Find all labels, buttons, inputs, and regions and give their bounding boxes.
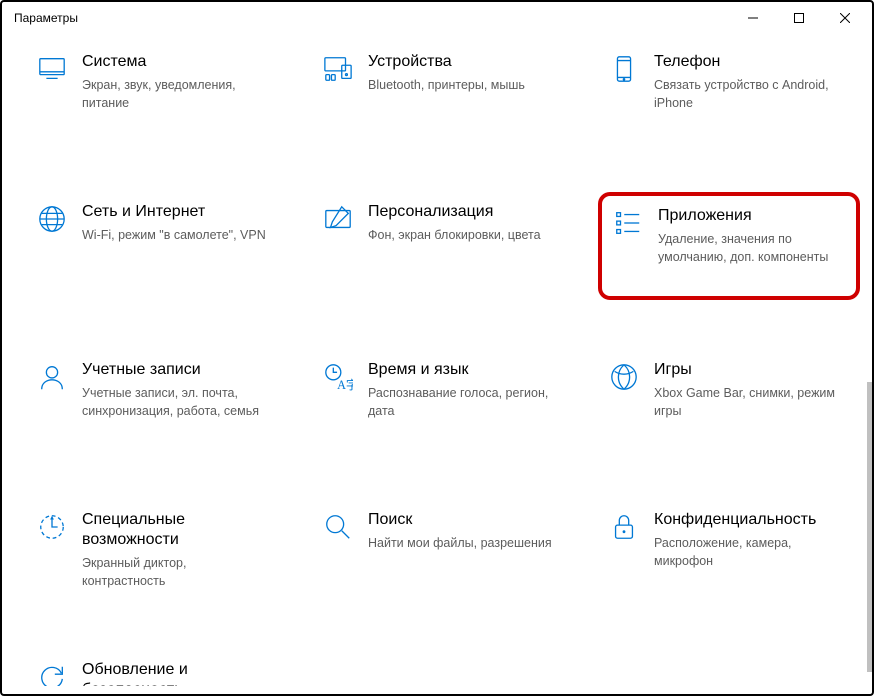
tile-gaming[interactable]: Игры Xbox Game Bar, снимки, режим игры <box>598 350 860 450</box>
categories-grid: Система Экран, звук, уведомления, питани… <box>26 42 860 686</box>
privacy-icon <box>602 510 646 542</box>
tile-desc: Фон, экран блокировки, цвета <box>368 226 558 244</box>
svg-text:A字: A字 <box>337 377 353 392</box>
tile-title: Игры <box>654 360 848 380</box>
apps-icon <box>606 206 650 238</box>
tile-desc: Распознавание голоса, регион, дата <box>368 384 558 420</box>
settings-window: Параметры Система <box>0 0 874 696</box>
tile-title: Телефон <box>654 52 848 72</box>
tile-desc: Bluetooth, принтеры, мышь <box>368 76 558 94</box>
tile-title: Время и язык <box>368 360 562 380</box>
personalization-icon <box>316 202 360 234</box>
tile-phone[interactable]: Телефон Связать устройство с Android, iP… <box>598 42 860 142</box>
close-button[interactable] <box>822 2 868 34</box>
tile-desc: Wi-Fi, режим "в самолете", VPN <box>82 226 272 244</box>
tile-personalization[interactable]: Персонализация Фон, экран блокировки, цв… <box>312 192 574 300</box>
tile-desc: Найти мои файлы, разрешения <box>368 534 558 552</box>
search-icon <box>316 510 360 542</box>
tile-privacy[interactable]: Конфиденциальность Расположение, камера,… <box>598 500 860 600</box>
tile-devices[interactable]: Устройства Bluetooth, принтеры, мышь <box>312 42 574 142</box>
tile-title: Конфиденциальность <box>654 510 848 530</box>
tile-title: Сеть и Интернет <box>82 202 276 222</box>
tile-apps[interactable]: Приложения Удаление, значения по умолчан… <box>598 192 860 300</box>
tile-ease-of-access[interactable]: Специальные возможности Экранный диктор,… <box>26 500 288 600</box>
tile-title: Система <box>82 52 276 72</box>
time-language-icon: A字 <box>316 360 360 392</box>
content-area: Система Экран, звук, уведомления, питани… <box>26 42 860 686</box>
tile-time-language[interactable]: A字 Время и язык Распознавание голоса, ре… <box>312 350 574 450</box>
tile-title: Учетные записи <box>82 360 276 380</box>
tile-accounts[interactable]: Учетные записи Учетные записи, эл. почта… <box>26 350 288 450</box>
minimize-icon <box>748 13 758 23</box>
tile-desc: Удаление, значения по умолчанию, доп. ко… <box>658 230 844 266</box>
window-title: Параметры <box>14 11 730 25</box>
tile-desc: Связать устройство с Android, iPhone <box>654 76 844 112</box>
accounts-icon <box>30 360 74 392</box>
tile-title: Приложения <box>658 206 844 226</box>
tile-title: Персонализация <box>368 202 562 222</box>
tile-search[interactable]: Поиск Найти мои файлы, разрешения <box>312 500 574 600</box>
maximize-button[interactable] <box>776 2 822 34</box>
system-icon <box>30 52 74 84</box>
tile-system[interactable]: Система Экран, звук, уведомления, питани… <box>26 42 288 142</box>
gaming-icon <box>602 360 646 392</box>
tile-desc: Расположение, камера, микрофон <box>654 534 844 570</box>
tile-title: Специальные возможности <box>82 510 276 550</box>
tile-update-security[interactable]: Обновление и безопасность Обновления Win… <box>26 650 288 686</box>
tile-title: Устройства <box>368 52 562 72</box>
scrollbar[interactable] <box>867 382 872 672</box>
tile-desc: Учетные записи, эл. почта, синхронизация… <box>82 384 272 420</box>
tile-network[interactable]: Сеть и Интернет Wi-Fi, режим "в самолете… <box>26 192 288 300</box>
close-icon <box>840 13 850 23</box>
tile-title: Обновление и безопасность <box>82 660 276 686</box>
tile-desc: Xbox Game Bar, снимки, режим игры <box>654 384 844 420</box>
ease-icon <box>30 510 74 542</box>
minimize-button[interactable] <box>730 2 776 34</box>
titlebar: Параметры <box>2 2 872 34</box>
tile-desc: Экранный диктор, контрастность <box>82 554 272 590</box>
maximize-icon <box>794 13 804 23</box>
update-icon <box>30 660 74 686</box>
tile-desc: Экран, звук, уведомления, питание <box>82 76 272 112</box>
phone-icon <box>602 52 646 84</box>
devices-icon <box>316 52 360 84</box>
network-icon <box>30 202 74 234</box>
tile-title: Поиск <box>368 510 562 530</box>
